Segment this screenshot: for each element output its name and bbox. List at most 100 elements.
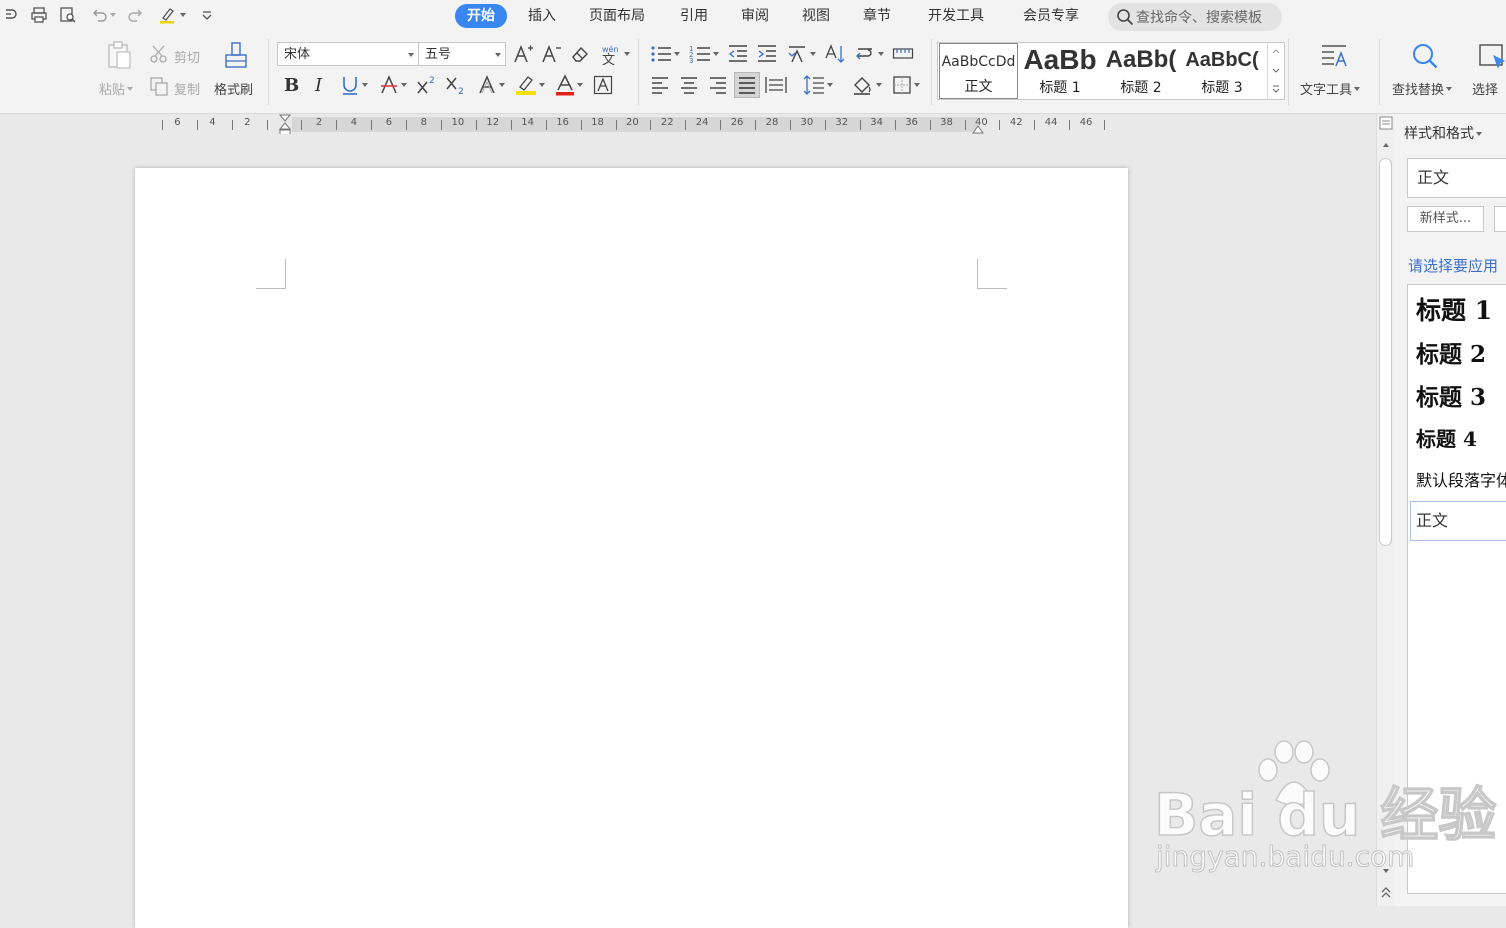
line-break-icon[interactable] [852, 42, 886, 66]
highlighter-dropdown-icon[interactable] [176, 4, 188, 26]
ruler-number: 8 [420, 117, 427, 128]
ruler-tick [545, 120, 547, 130]
underline-icon[interactable] [337, 73, 371, 97]
style-gallery-scroll[interactable] [1267, 43, 1284, 99]
subscript-icon[interactable]: 2 [444, 73, 468, 97]
align-center-icon[interactable] [677, 73, 701, 97]
document-page[interactable] [135, 168, 1128, 928]
shrink-font-icon[interactable] [540, 42, 562, 66]
tab-start[interactable]: 开始 [455, 4, 507, 28]
style-heading-3[interactable]: AaBbC( 标题 3 [1182, 43, 1262, 99]
print-preview-icon[interactable] [57, 4, 79, 26]
vertical-scrollbar[interactable] [1376, 114, 1395, 906]
scroll-down-icon[interactable] [1381, 866, 1391, 876]
find-replace-button[interactable]: 查找替换 [1392, 79, 1453, 98]
bold-icon[interactable]: B [280, 73, 302, 97]
highlighter-icon[interactable] [156, 4, 178, 26]
text-tools-icon [1318, 41, 1350, 73]
style-list-normal[interactable]: 正文 [1410, 501, 1506, 541]
text-tools-button[interactable]: 文字工具 [1300, 79, 1361, 98]
scrollbar-thumb[interactable] [1379, 158, 1392, 546]
font-name-select[interactable]: 宋体 [277, 42, 419, 66]
ruler-tick [406, 120, 408, 130]
ruler-number: 34 [870, 117, 884, 128]
font-size-select[interactable]: 五号 [418, 42, 506, 66]
text-direction-icon[interactable] [784, 42, 818, 66]
copy-button[interactable]: 复制 [174, 79, 200, 98]
ruler-number: 12 [486, 117, 500, 128]
tab-member-exclusive[interactable]: 会员专享 [1011, 4, 1091, 28]
align-left-icon[interactable] [648, 73, 672, 97]
tab-developer-tools[interactable]: 开发工具 [916, 4, 996, 28]
tab-references[interactable]: 引用 [668, 4, 720, 28]
tab-stops-icon[interactable] [891, 42, 915, 66]
numbered-list-icon[interactable]: 123 [687, 42, 721, 66]
phonetic-guide-icon[interactable]: wén 文 [598, 42, 632, 66]
style-list-heading-2[interactable]: 标题 2 [1416, 335, 1486, 369]
print-icon[interactable] [28, 4, 50, 26]
style-list-default-paragraph-font[interactable]: 默认段落字体 [1416, 467, 1506, 491]
ruler-tick [824, 120, 826, 130]
svg-text:B: B [284, 75, 299, 95]
cut-button[interactable]: 剪切 [174, 47, 200, 66]
search-placeholder: 查找命令、搜索模板 [1136, 10, 1262, 26]
superscript-icon[interactable]: 2 [415, 73, 439, 97]
strikethrough-icon[interactable] [376, 73, 410, 97]
bullet-list-icon[interactable] [648, 42, 682, 66]
style-list-heading-3[interactable]: 标题 3 [1416, 378, 1486, 412]
style-list-heading-1[interactable]: 标题 1 [1416, 291, 1492, 327]
style-list-heading-4[interactable]: 标题 4 [1416, 423, 1477, 452]
paste-button[interactable]: 粘贴 [99, 79, 134, 98]
gallery-scroll-arrows-icon [1272, 49, 1280, 93]
select-button[interactable]: 选择 [1472, 79, 1498, 98]
customize-toolbar-icon[interactable] [196, 4, 218, 26]
ruler-tick [1034, 120, 1036, 130]
paste-icon[interactable] [101, 39, 137, 71]
tab-view[interactable]: 视图 [790, 4, 842, 28]
justify-icon[interactable] [734, 72, 760, 98]
format-painter-button[interactable]: 格式刷 [214, 79, 253, 98]
italic-icon[interactable]: I [309, 73, 331, 97]
horizontal-ruler[interactable]: 6 4 2 2 4 6 8 10 12 14 16 18 20 22 24 26 28 30 32 34 36 38 40 4… [0, 114, 1376, 138]
ruler-number: 38 [940, 117, 953, 128]
font-color-icon[interactable] [552, 73, 586, 97]
redo-icon[interactable] [125, 4, 147, 26]
current-style-field[interactable]: 正文 [1407, 158, 1506, 198]
clear-format-button[interactable] [1494, 206, 1506, 232]
tab-insert[interactable]: 插入 [516, 4, 568, 28]
scroll-up-icon[interactable] [1381, 140, 1391, 150]
command-search[interactable]: 查找命令、搜索模板 [1108, 3, 1282, 31]
shading-icon[interactable] [850, 73, 884, 97]
line-spacing-icon[interactable] [800, 73, 836, 97]
svg-text:2: 2 [458, 87, 464, 96]
svg-text:3: 3 [689, 57, 693, 65]
ruler-number: 2 [244, 117, 251, 128]
style-normal[interactable]: AaBbCcDd 正文 [939, 43, 1018, 99]
sort-icon[interactable] [823, 42, 847, 66]
tab-review[interactable]: 审阅 [729, 4, 781, 28]
clear-format-icon[interactable] [569, 42, 591, 66]
increase-indent-icon[interactable] [755, 42, 779, 66]
styles-pane-title[interactable]: 样式和格式 [1404, 123, 1482, 143]
align-right-icon[interactable] [706, 73, 730, 97]
ruler-tick [266, 120, 268, 130]
new-style-button[interactable]: 新样式... [1407, 206, 1484, 232]
tab-chapter[interactable]: 章节 [851, 4, 903, 28]
grow-font-icon[interactable] [512, 42, 534, 66]
ruler-number: 14 [521, 117, 535, 128]
highlight-color-icon[interactable] [513, 73, 547, 97]
character-border-icon[interactable] [591, 73, 615, 97]
ruler-tick [999, 120, 1001, 130]
text-effect-icon[interactable] [474, 73, 508, 97]
style-heading-1[interactable]: AaBb 标题 1 [1020, 43, 1100, 99]
undo-dropdown-icon[interactable] [106, 4, 118, 26]
style-heading-2[interactable]: AaBb( 标题 2 [1101, 43, 1181, 99]
ruler-number: 10 [451, 117, 465, 128]
ruler-toggle-icon[interactable] [1379, 116, 1393, 130]
distributed-align-icon[interactable] [764, 73, 788, 97]
redo-format-icon[interactable] [0, 4, 22, 26]
borders-icon[interactable] [889, 73, 923, 97]
tab-page-layout[interactable]: 页面布局 [577, 4, 657, 28]
decrease-indent-icon[interactable] [726, 42, 750, 66]
previous-page-icon[interactable] [1380, 886, 1392, 900]
